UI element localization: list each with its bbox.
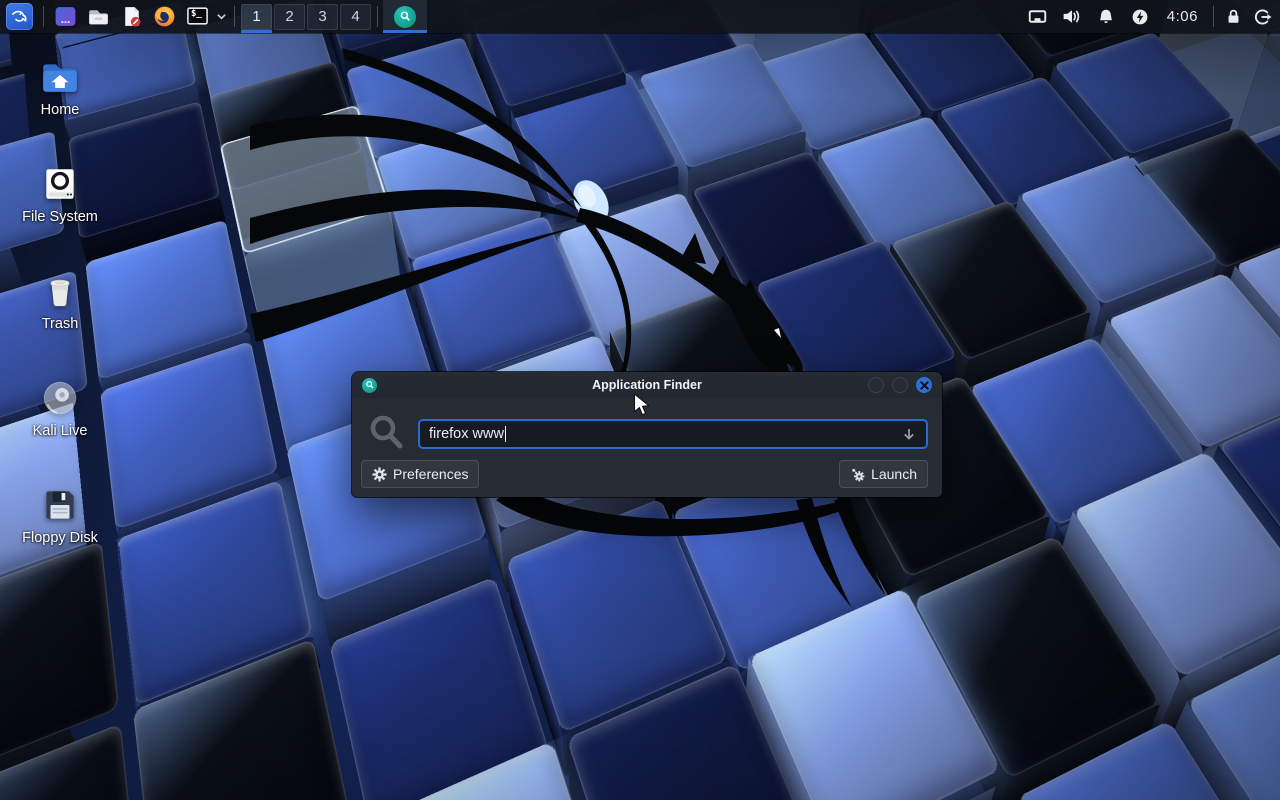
launcher-file-manager[interactable] xyxy=(82,0,115,33)
desktop-icon-label: Home xyxy=(41,103,80,119)
active-task-underline xyxy=(383,30,427,33)
firefox-icon xyxy=(152,4,177,29)
desktop-icon-floppy-disk[interactable]: Floppy Disk xyxy=(12,484,108,591)
desktop: Home File System Trash xyxy=(0,0,1280,800)
desktop-icon-list: Home File System Trash xyxy=(12,56,108,591)
application-finder-window: Application Finder firefox www xyxy=(352,372,942,497)
text-editor-icon xyxy=(119,4,144,29)
launcher-qterminal[interactable] xyxy=(49,0,82,33)
desktop-icon-home[interactable]: Home xyxy=(12,56,108,163)
launcher-dropdown-chevron[interactable] xyxy=(214,0,229,33)
panel-separator xyxy=(43,6,44,27)
volume-icon xyxy=(1061,6,1082,27)
search-input-value: firefox www xyxy=(429,426,504,442)
top-panel: $_ 1 2 3 4 xyxy=(0,0,1280,33)
workspace-label: 2 xyxy=(285,8,293,25)
kali-dragon-logo xyxy=(250,30,890,610)
panel-separator xyxy=(234,6,235,27)
desktop-icon-kali-live[interactable]: Kali Live xyxy=(12,377,108,484)
gear-icon xyxy=(372,467,387,482)
network-icon xyxy=(1027,6,1048,27)
launcher-text-editor[interactable] xyxy=(115,0,148,33)
power-icon xyxy=(1130,7,1150,27)
panel-separator xyxy=(1213,6,1214,27)
launch-button[interactable]: Launch xyxy=(839,460,928,488)
qterminal-icon xyxy=(53,4,78,29)
search-input[interactable]: firefox www xyxy=(418,419,928,449)
desktop-icon-label: Floppy Disk xyxy=(22,531,98,547)
chevron-down-icon xyxy=(216,11,227,22)
preferences-label: Preferences xyxy=(393,466,468,482)
workspace-button-4[interactable]: 4 xyxy=(340,4,371,30)
lock-icon xyxy=(1224,7,1243,26)
close-icon xyxy=(920,381,929,390)
window-controls xyxy=(868,377,932,393)
dropdown-arrow-icon[interactable] xyxy=(901,426,917,442)
logout-icon xyxy=(1253,7,1273,27)
launcher-firefox[interactable] xyxy=(148,0,181,33)
disc-icon xyxy=(39,377,81,419)
hard-drive-icon xyxy=(39,163,81,205)
logout-button[interactable] xyxy=(1248,0,1277,33)
taskbar-app-finder[interactable] xyxy=(383,0,427,33)
app-finder-icon xyxy=(394,6,416,28)
file-manager-icon xyxy=(86,4,111,29)
applications-menu-button[interactable] xyxy=(0,0,38,33)
workspace-button-3[interactable]: 3 xyxy=(307,4,338,30)
desktop-icon-label: Trash xyxy=(42,317,79,333)
maximize-button[interactable] xyxy=(892,377,908,393)
trash-icon xyxy=(39,270,81,312)
home-folder-icon xyxy=(39,56,81,98)
workspace-label: 1 xyxy=(252,8,260,25)
notifications-icon xyxy=(1096,7,1116,27)
network-tray-button[interactable] xyxy=(1021,0,1055,33)
workspace-label: 3 xyxy=(318,8,326,25)
lock-screen-button[interactable] xyxy=(1219,0,1248,33)
power-tray-button[interactable] xyxy=(1123,0,1157,33)
notifications-tray-button[interactable] xyxy=(1089,0,1123,33)
terminal-prompt-glyph: $_ xyxy=(191,9,202,19)
launch-label: Launch xyxy=(871,466,917,482)
close-button[interactable] xyxy=(916,377,932,393)
desktop-icon-label: Kali Live xyxy=(33,424,88,440)
desktop-icon-file-system[interactable]: File System xyxy=(12,163,108,270)
minimize-button[interactable] xyxy=(868,377,884,393)
desktop-icon-label: File System xyxy=(22,210,98,226)
workspace-label: 4 xyxy=(351,8,359,25)
preferences-button[interactable]: Preferences xyxy=(361,460,479,488)
volume-tray-button[interactable] xyxy=(1055,0,1089,33)
launcher-terminal[interactable]: $_ xyxy=(181,0,214,33)
text-caret xyxy=(505,426,506,442)
mouse-cursor xyxy=(633,393,652,418)
workspace-button-2[interactable]: 2 xyxy=(274,4,305,30)
workspace-button-1[interactable]: 1 xyxy=(241,4,272,30)
panel-separator xyxy=(377,6,378,27)
desktop-icon-trash[interactable]: Trash xyxy=(12,270,108,377)
floppy-icon xyxy=(39,484,81,526)
window-title: Application Finder xyxy=(352,378,942,392)
active-workspace-underline xyxy=(241,30,272,33)
clock[interactable]: 4:06 xyxy=(1157,8,1208,25)
kali-menu-icon xyxy=(6,3,33,30)
search-icon xyxy=(367,413,407,453)
panel-status-area: 4:06 xyxy=(1021,0,1280,33)
launch-icon xyxy=(850,467,865,482)
